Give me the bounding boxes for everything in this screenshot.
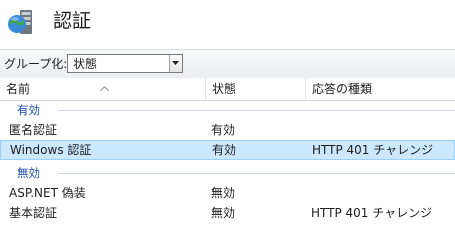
table-row[interactable]: 匿名認証 有効	[0, 120, 455, 140]
table-row-selected[interactable]: Windows 認証 有効 HTTP 401 チャレンジ	[0, 140, 455, 160]
group-divider	[58, 110, 455, 111]
row-name: 基本認証	[9, 206, 58, 220]
page-title: 認証	[53, 10, 92, 32]
group-by-dropdown[interactable]: 状態	[67, 54, 183, 73]
column-header-response-type[interactable]: 応答の種類	[306, 78, 455, 100]
column-header-row: 名前 状態 応答の種類	[0, 78, 455, 101]
column-header-name[interactable]: 名前	[0, 78, 206, 100]
chevron-down-icon	[172, 61, 179, 65]
group-divider	[58, 173, 455, 174]
group-header-enabled[interactable]: 有効	[0, 101, 455, 119]
row-response-type: HTTP 401 チャレンジ	[312, 143, 434, 157]
row-response-type: HTTP 401 チャレンジ	[311, 206, 433, 220]
sort-ascending-icon	[100, 76, 109, 98]
auth-list: 名前 状態 応答の種類 有効 匿名認証 有効 Windows 認証 有効 HTT…	[0, 78, 455, 225]
group-by-toolbar: グループ化: 状態	[0, 49, 455, 80]
row-status: 有効	[211, 123, 236, 137]
column-header-status[interactable]: 状態	[206, 78, 306, 100]
row-name: ASP.NET 偽装	[9, 186, 86, 200]
row-name: Windows 認証	[10, 143, 92, 157]
row-status: 無効	[211, 186, 236, 200]
server-globe-icon	[6, 8, 36, 38]
group-by-value: 状態	[73, 57, 98, 71]
row-status: 無効	[211, 206, 236, 220]
row-status: 有効	[212, 143, 237, 157]
dropdown-button[interactable]	[169, 55, 182, 72]
group-header-disabled[interactable]: 無効	[0, 164, 455, 182]
page-header: 認証	[0, 0, 455, 44]
table-row[interactable]: ASP.NET 偽装 無効	[0, 183, 455, 203]
row-name: 匿名認証	[9, 123, 58, 137]
table-row[interactable]: 基本認証 無効 HTTP 401 チャレンジ	[0, 203, 455, 223]
group-by-label: グループ化:	[4, 57, 68, 71]
